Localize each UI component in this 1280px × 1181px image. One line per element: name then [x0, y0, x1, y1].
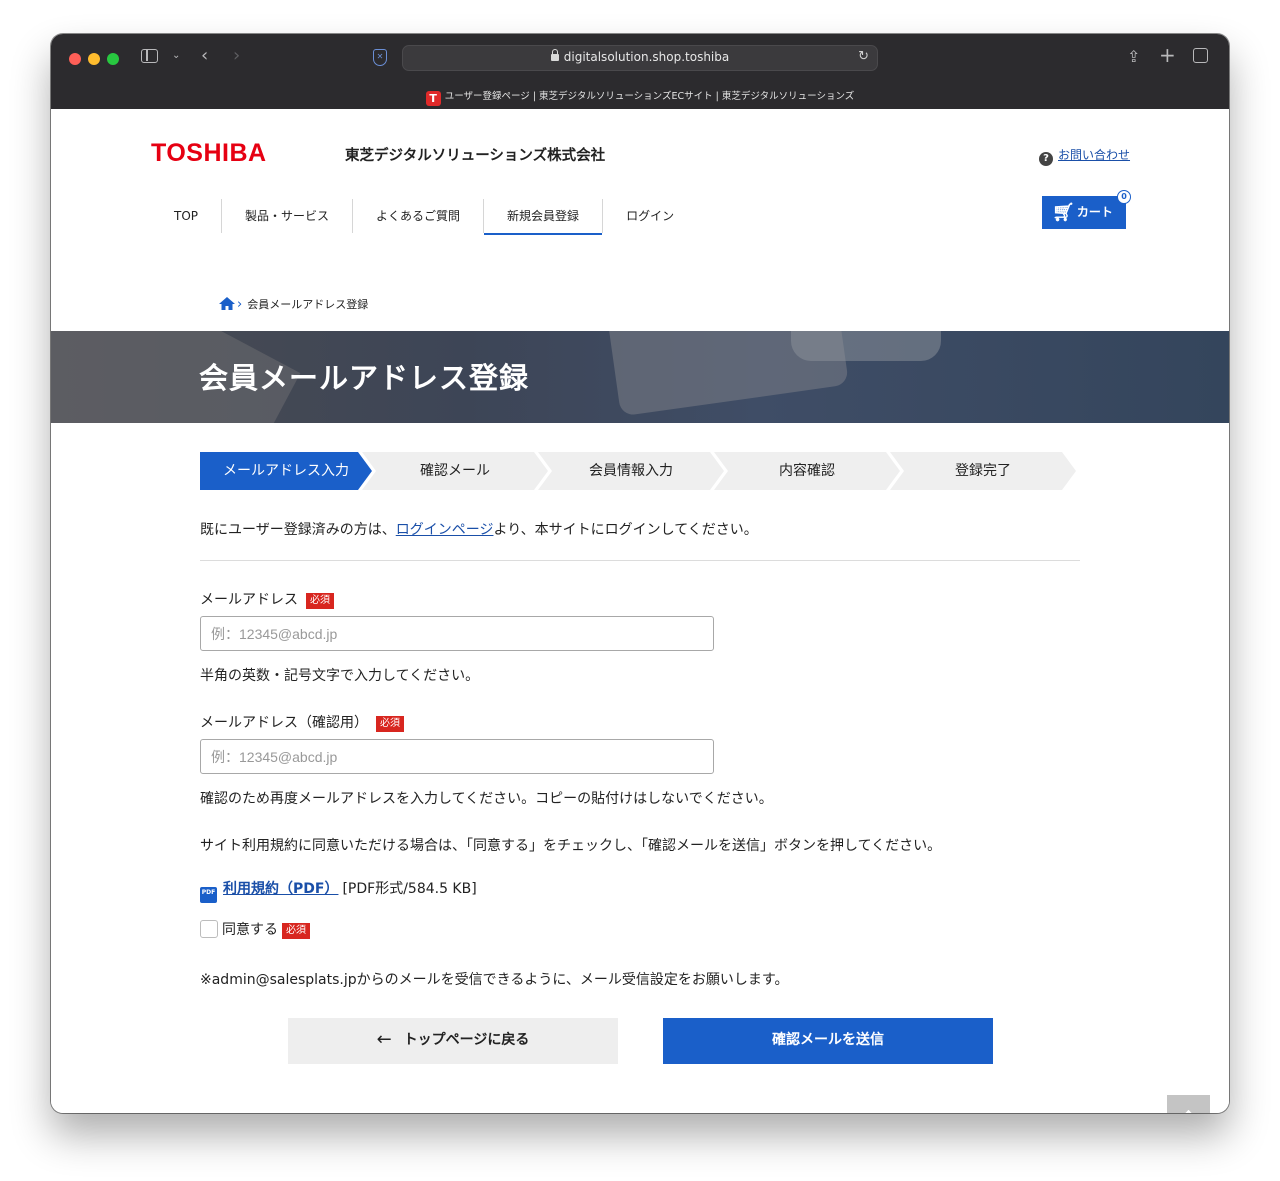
contact-link[interactable]: ? お問い合わせ: [1039, 146, 1130, 166]
email-label: メールアドレス 必須: [200, 589, 334, 609]
minimize-window-button[interactable]: [88, 53, 100, 65]
agree-row: 同意する 必須: [200, 919, 310, 939]
cart-label: カート: [1076, 205, 1113, 219]
chevron-down-icon[interactable]: ⌄: [172, 46, 180, 66]
hero-background-decoration: [791, 331, 941, 361]
zoom-window-button[interactable]: [107, 53, 119, 65]
tab-title-text: ユーザー登録ページ | 東芝デジタルソリューションズECサイト | 東芝デジタル…: [444, 91, 855, 102]
nav-item-products[interactable]: 製品・サービス: [222, 199, 354, 233]
lock-icon: [550, 49, 559, 61]
registration-steps: メールアドレス入力 確認メール 会員情報入力 内容確認 登録完了: [200, 452, 1080, 490]
contact-link-label: お問い合わせ: [1058, 148, 1131, 162]
cart-count-badge: 0: [1117, 190, 1131, 204]
arrow-left-icon: ←: [376, 1029, 392, 1050]
login-page-link[interactable]: ログインページ: [396, 522, 494, 538]
address-bar[interactable]: digitalsolution.shop.toshiba ↻: [402, 45, 878, 71]
step-email-input: メールアドレス入力: [200, 452, 372, 490]
send-confirmation-button[interactable]: 確認メールを送信: [663, 1018, 993, 1064]
back-to-top-page-button[interactable]: ← トップページに戻る: [288, 1018, 618, 1064]
browser-window: ⌄ ‹ › ✕ digitalsolution.shop.toshiba ↻ ⇪…: [51, 34, 1229, 1113]
required-badge: 必須: [306, 593, 334, 609]
breadcrumb: › 会員メールアドレス登録: [219, 296, 368, 312]
share-icon[interactable]: ⇪: [1127, 47, 1140, 67]
mail-receive-notice: ※admin@salesplats.jpからのメールを受信できるように、メール受…: [200, 972, 789, 988]
terms-instruction: サイト利用規約に同意いただける場合は、「同意する」をチェックし、「確認メールを送…: [200, 838, 942, 854]
divider: [200, 560, 1080, 561]
toshiba-logo[interactable]: TOSHIBA: [151, 139, 267, 168]
cart-icon: 🛒︎: [1052, 202, 1075, 223]
home-icon[interactable]: [219, 297, 235, 310]
chevron-right-icon: ›: [237, 297, 243, 312]
email-help-text: 半角の英数・記号文字で入力してください。: [200, 668, 480, 684]
url-text: digitalsolution.shop.toshiba: [563, 50, 730, 64]
reload-icon[interactable]: ↻: [858, 49, 869, 64]
nav-item-faq[interactable]: よくあるご質問: [353, 199, 485, 233]
privacy-shield-icon[interactable]: ✕: [373, 49, 387, 66]
question-circle-icon: ?: [1039, 152, 1053, 166]
nav-item-top[interactable]: TOP: [151, 199, 223, 233]
step-review: 内容確認: [714, 452, 900, 490]
pdf-icon: PDF: [200, 887, 217, 903]
page-content: TOSHIBA 東芝デジタルソリューションズ株式会社 ? お問い合わせ TOP 製…: [51, 109, 1229, 1113]
terms-pdf-link[interactable]: 利用規約（PDF）: [223, 881, 338, 897]
page-title: 会員メールアドレス登録: [199, 361, 530, 395]
toshiba-favicon-icon: T: [425, 91, 441, 106]
sidebar-toggle-icon[interactable]: [141, 49, 158, 63]
browser-toolbar: ⌄ ‹ › ✕ digitalsolution.shop.toshiba ↻ ⇪…: [51, 34, 1229, 109]
close-window-button[interactable]: [69, 53, 81, 65]
new-tab-plus-icon[interactable]: +: [1159, 45, 1176, 65]
tab-bar: T ユーザー登録ページ | 東芝デジタルソリューションズECサイト | 東芝デジタ…: [51, 84, 1229, 109]
step-member-info: 会員情報入力: [538, 452, 724, 490]
required-badge: 必須: [282, 923, 310, 939]
email-confirm-help-text: 確認のため再度メールアドレスを入力してください。コピーの貼付けはしないでください…: [200, 791, 773, 807]
tab-overview-icon[interactable]: [1193, 48, 1208, 63]
active-tab[interactable]: T ユーザー登録ページ | 東芝デジタルソリューションズECサイト | 東芝デジタ…: [51, 88, 1229, 106]
login-notice: 既にユーザー登録済みの方は、ログインページより、本サイトにログインしてください。: [200, 522, 758, 538]
agree-checkbox[interactable]: [200, 920, 218, 938]
terms-pdf-row: PDF 利用規約（PDF） [PDF形式/584.5 KB]: [200, 878, 477, 903]
step-complete: 登録完了: [890, 452, 1076, 490]
forward-arrow-icon[interactable]: ›: [233, 46, 240, 66]
email-confirm-field[interactable]: [200, 739, 714, 774]
company-name: 東芝デジタルソリューションズ株式会社: [345, 148, 606, 164]
scroll-to-top-button[interactable]: [1167, 1095, 1210, 1113]
breadcrumb-current: 会員メールアドレス登録: [247, 298, 369, 311]
agree-label[interactable]: 同意する: [222, 922, 278, 938]
nav-item-register[interactable]: 新規会員登録: [484, 199, 604, 235]
cart-button[interactable]: 🛒︎ カート 0: [1042, 190, 1131, 229]
nav-item-login[interactable]: ログイン: [603, 199, 697, 233]
email-confirm-label: メールアドレス（確認用） 必須: [200, 712, 404, 732]
page-hero-banner: 会員メールアドレス登録: [51, 331, 1229, 423]
back-arrow-icon[interactable]: ‹: [201, 46, 208, 66]
terms-file-meta: [PDF形式/584.5 KB]: [342, 881, 477, 897]
email-field[interactable]: [200, 616, 714, 651]
main-nav: TOP 製品・サービス よくあるご質問 新規会員登録 ログイン: [151, 199, 697, 235]
required-badge: 必須: [376, 716, 404, 732]
step-confirm-mail: 確認メール: [362, 452, 548, 490]
